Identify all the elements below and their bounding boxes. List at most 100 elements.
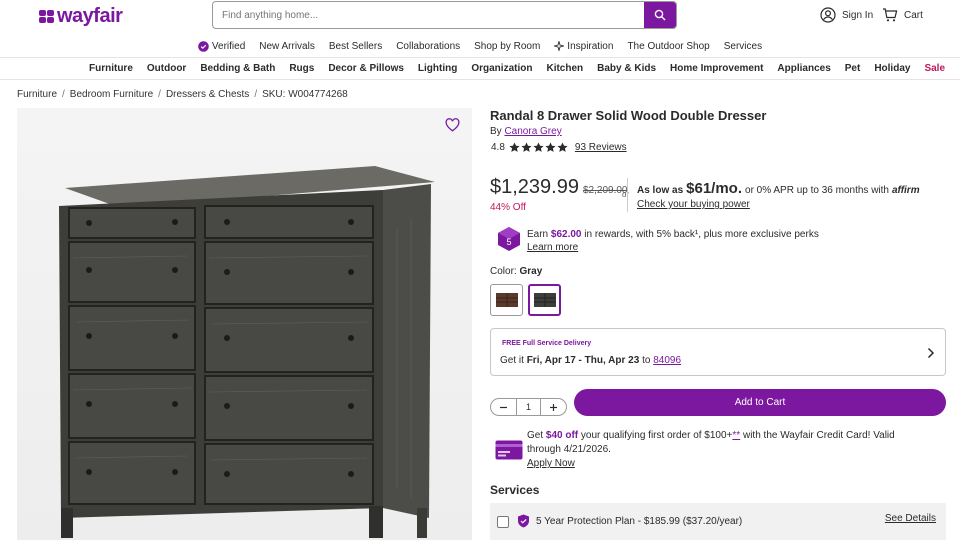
- search-input[interactable]: [213, 2, 644, 28]
- quantity-increase-button[interactable]: [541, 399, 566, 415]
- category-baby-kids[interactable]: Baby & Kids: [597, 63, 656, 74]
- nav-services[interactable]: Services: [724, 41, 762, 52]
- buying-power-link[interactable]: Check your buying power: [637, 199, 750, 210]
- apply-now-link[interactable]: Apply Now: [527, 458, 575, 469]
- quantity-stepper: 1: [490, 398, 567, 416]
- cart-icon: [883, 8, 898, 22]
- affirm-logo: affirm: [891, 185, 920, 196]
- plus-icon: [550, 403, 558, 411]
- breadcrumb-sku: SKU: W004774268: [262, 89, 348, 100]
- delivery-dates: Fri, Apr 17 - Thu, Apr 23: [526, 355, 640, 366]
- nav-verified[interactable]: Verified: [198, 41, 245, 52]
- product-image[interactable]: [17, 108, 472, 540]
- credit-card-icon: [495, 440, 523, 463]
- account-icon: [820, 7, 836, 23]
- secondary-nav: Verified New Arrivals Best Sellers Colla…: [0, 36, 960, 56]
- nav-new-arrivals[interactable]: New Arrivals: [259, 41, 315, 52]
- protection-plan-row: 5 Year Protection Plan - $185.99 ($37.20…: [490, 503, 946, 540]
- category-appliances[interactable]: Appliances: [777, 63, 830, 74]
- search-button[interactable]: [644, 2, 676, 28]
- delivery-type: FREE Full Service Delivery: [502, 340, 592, 347]
- breadcrumb-separator: /: [62, 89, 65, 100]
- color-swatch-gray[interactable]: [528, 284, 561, 316]
- quantity-decrease-button[interactable]: [491, 399, 516, 415]
- category-decor-pillows[interactable]: Decor & Pillows: [328, 63, 404, 74]
- price-divider: [627, 178, 628, 212]
- search-bar: [212, 1, 677, 29]
- delivery-estimate: Get it Fri, Apr 17 - Thu, Apr 23 to 8409…: [500, 355, 681, 366]
- nav-inspiration[interactable]: Inspiration: [554, 41, 613, 52]
- add-to-cart-button[interactable]: Add to Cart: [574, 389, 946, 416]
- wayfair-logo[interactable]: wayfair: [39, 5, 123, 28]
- brand-link[interactable]: Canora Grey: [504, 126, 561, 137]
- rating-value: 4.8: [491, 142, 505, 153]
- category-pet[interactable]: Pet: [845, 63, 861, 74]
- top-header: wayfair Sign In Cart: [0, 0, 960, 32]
- category-organization[interactable]: Organization: [471, 63, 532, 74]
- star-icon: [557, 142, 568, 152]
- cc-offer-text: your qualifying first order of $100+: [580, 430, 733, 441]
- quantity-value[interactable]: 1: [515, 399, 542, 415]
- breadcrumb-dressers-chests[interactable]: Dressers & Chests: [166, 89, 249, 100]
- as-low-as-label: As low as: [637, 185, 684, 196]
- star-icon: [521, 142, 532, 152]
- nav-inspiration-label: Inspiration: [567, 40, 614, 52]
- see-details-link[interactable]: See Details: [885, 513, 936, 524]
- breadcrumb: Furniture / Bedroom Furniture / Dressers…: [17, 89, 348, 100]
- category-bedding-bath[interactable]: Bedding & Bath: [200, 63, 275, 74]
- color-label: Color: Gray: [490, 266, 542, 277]
- nav-collaborations[interactable]: Collaborations: [396, 41, 460, 52]
- category-lighting[interactable]: Lighting: [418, 63, 457, 74]
- credit-card-offer: Get $40 off your qualifying first order …: [527, 429, 927, 471]
- breadcrumb-furniture[interactable]: Furniture: [17, 89, 57, 100]
- cc-get: Get: [527, 430, 544, 441]
- nav-outdoor-shop[interactable]: The Outdoor Shop: [627, 41, 709, 52]
- search-icon: [654, 9, 666, 21]
- category-outdoor[interactable]: Outdoor: [147, 63, 186, 74]
- zip-code-link[interactable]: 84096: [653, 355, 681, 366]
- chevron-right-icon: [927, 347, 935, 359]
- cc-disclaimer-link[interactable]: **: [732, 430, 740, 441]
- nav-shop-by-room[interactable]: Shop by Room: [474, 41, 540, 52]
- rewards-offer: Earn $62.00 in rewards, with 5% back¹, p…: [527, 228, 819, 254]
- or-separator: or: [622, 190, 630, 199]
- nav-best-sellers[interactable]: Best Sellers: [329, 41, 382, 52]
- reviews-link[interactable]: 93 Reviews: [575, 142, 627, 153]
- discount-badge: 44% Off: [490, 202, 526, 213]
- product-title: Randal 8 Drawer Solid Wood Double Dresse…: [490, 108, 767, 123]
- by-label: By: [490, 126, 502, 137]
- monthly-payment: $61/mo.: [686, 180, 743, 197]
- rewards-learn-more-link[interactable]: Learn more: [527, 242, 578, 253]
- rewards-icon: 5: [497, 226, 521, 255]
- protection-plan-checkbox[interactable]: [497, 516, 509, 528]
- sign-in-button[interactable]: Sign In: [820, 7, 873, 23]
- category-home-improvement[interactable]: Home Improvement: [670, 63, 763, 74]
- delivery-info[interactable]: FREE Full Service Delivery Get it Fri, A…: [490, 328, 946, 376]
- cart-button[interactable]: Cart: [882, 7, 923, 23]
- cart-label: Cart: [904, 9, 923, 21]
- delivery-prefix: Get it: [500, 355, 524, 366]
- cc-amount: $40 off: [545, 430, 579, 441]
- logo-mark-icon: [39, 9, 55, 24]
- color-selected-value: Gray: [519, 266, 543, 277]
- favorite-button[interactable]: [445, 118, 460, 135]
- price-block: $1,239.99 $2,209.00: [490, 176, 627, 199]
- swatch-gray-dresser-image: [533, 293, 556, 307]
- color-label-text: Color:: [490, 266, 517, 277]
- category-nav: Furniture Outdoor Bedding & Bath Rugs De…: [0, 57, 960, 80]
- category-rugs[interactable]: Rugs: [289, 63, 314, 74]
- rating-stars: [509, 142, 568, 153]
- product-byline: By Canora Grey: [490, 126, 562, 137]
- star-icon: [545, 142, 556, 152]
- sign-in-label: Sign In: [842, 9, 874, 21]
- financing-offer: As low as $61/mo. or 0% APR up to 36 mon…: [637, 180, 920, 197]
- category-kitchen[interactable]: Kitchen: [546, 63, 583, 74]
- sale-price: $1,239.99: [490, 176, 579, 198]
- category-sale[interactable]: Sale: [924, 63, 945, 74]
- category-holiday[interactable]: Holiday: [874, 63, 910, 74]
- original-price: $2,209.00: [582, 185, 628, 196]
- breadcrumb-bedroom-furniture[interactable]: Bedroom Furniture: [70, 89, 153, 100]
- color-swatch-brown[interactable]: [490, 284, 523, 316]
- delivery-to: to: [642, 355, 651, 366]
- category-furniture[interactable]: Furniture: [89, 63, 133, 74]
